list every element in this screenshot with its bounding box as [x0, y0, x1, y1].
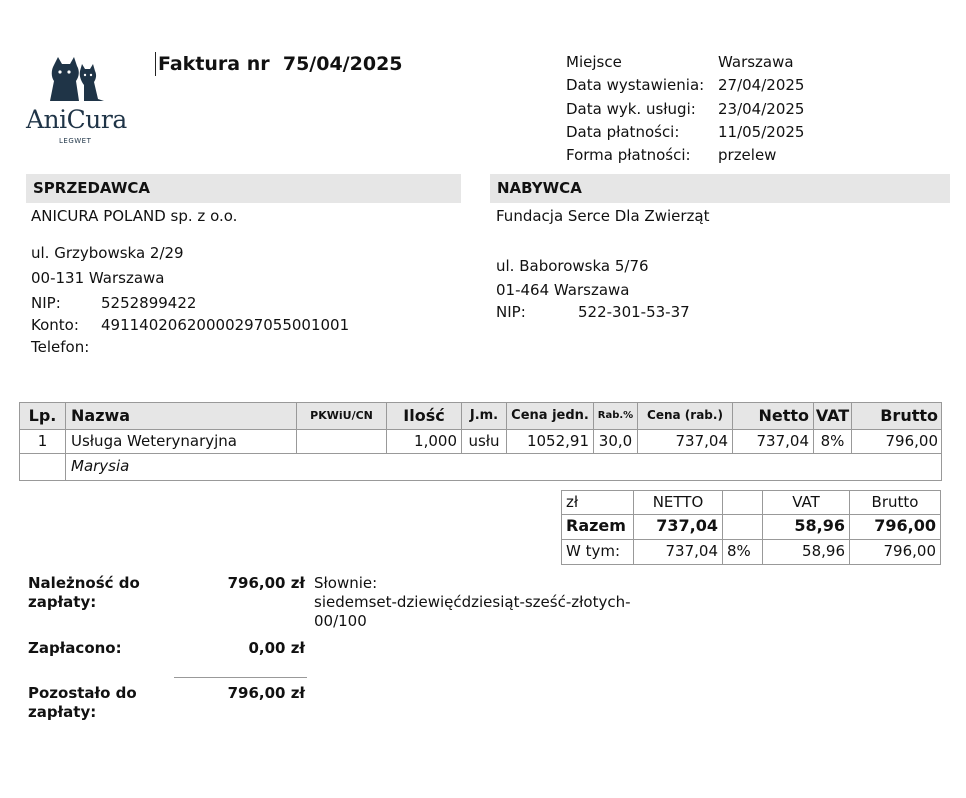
seller-header: SPRZEDAWCA: [26, 174, 461, 203]
col-rabat: Rab.%: [594, 403, 638, 429]
col-netto: Netto: [733, 403, 814, 429]
words-value: siedemset-dziewięćdziesiąt-sześć-złotych…: [314, 593, 631, 630]
summary-col-netto: NETTO: [634, 491, 723, 515]
meta-label: Data wyk. usługi:: [566, 99, 696, 118]
seller-phone-label: Telefon:: [31, 338, 90, 356]
payment-divider: [174, 677, 307, 678]
meta-label: Miejsce: [566, 53, 622, 71]
seller-account: Konto: 49114020620000297055001001: [31, 316, 349, 334]
summary-col-brutto: Brutto: [871, 493, 919, 511]
seller-nip: NIP: 5252899422: [31, 294, 196, 312]
meta-value: 11/05/2025: [718, 122, 805, 141]
cell-brutto: 796,00: [885, 432, 939, 450]
buyer-nip: NIP: 522-301-53-37: [496, 303, 690, 321]
invoice-title: Faktura nr 75/04/2025: [155, 52, 403, 76]
note-spacer: [20, 454, 66, 480]
cell-netto: 737,04: [733, 430, 814, 453]
cell-jm: usłu: [462, 430, 507, 453]
col-cena-rab: Cena (rab.): [638, 403, 733, 429]
col-pkwiu: PKWiU/CN: [297, 403, 387, 429]
summary-total-netto: 737,04: [634, 515, 723, 539]
meta-row-payment-method: Forma płatności: przelew: [566, 145, 804, 168]
meta-value: 27/04/2025: [718, 76, 805, 95]
cell-pkwiu: [297, 430, 387, 453]
cell-ilosc: 1,000: [387, 430, 462, 453]
summary-currency: zł: [562, 491, 634, 515]
logo-subtitle: LEGWET: [59, 137, 92, 145]
cell-cena-jedn: 1052,91: [507, 430, 594, 453]
meta-label: Forma płatności:: [566, 146, 691, 165]
seller-nip-value: 5252899422: [101, 294, 197, 312]
seller-street: ul. Grzybowska 2/29: [31, 244, 184, 262]
col-cena-jedn: Cena jedn.: [507, 403, 594, 429]
summary-col-vat: VAT: [763, 491, 850, 515]
summary-breakdown-rate: 8%: [723, 539, 763, 564]
summary-breakdown-vat: 58,96: [763, 539, 850, 564]
logo-brand: AniCura: [26, 105, 127, 134]
table-row: 1 Usługa Weterynaryjna 1,000 usłu 1052,9…: [20, 430, 941, 454]
meta-value: przelew: [718, 146, 777, 165]
col-lp: Lp.: [20, 403, 66, 429]
summary-total-brutto: 796,00: [874, 516, 936, 536]
cats-logo-icon: [50, 57, 104, 101]
seller-account-label: Konto:: [31, 316, 79, 334]
paid-value: 0,00 zł: [248, 639, 305, 657]
cell-cena-rab: 737,04: [638, 430, 733, 453]
buyer-nip-label: NIP:: [496, 303, 526, 321]
seller-nip-label: NIP:: [31, 294, 61, 312]
seller-account-value: 49114020620000297055001001: [101, 316, 350, 334]
buyer-header: NABYWCA: [490, 174, 950, 203]
buyer-city: 01-464 Warszawa: [496, 281, 630, 299]
buyer-name: Fundacja Serce Dla Zwierząt: [496, 207, 710, 225]
summary-col-rate: [723, 491, 763, 515]
meta-value: Warszawa: [718, 53, 794, 71]
summary-total-row: Razem 737,04 58,96 796,00: [562, 515, 940, 540]
buyer-nip-value: 522-301-53-37: [578, 303, 690, 321]
meta-row-place: Miejsce Warszawa: [566, 52, 804, 75]
amount-in-words: Słownie: siedemset-dziewięćdziesiąt-sześ…: [314, 574, 634, 631]
remaining-value: 796,00 zł: [227, 684, 305, 702]
cell-nazwa: Usługa Weterynaryjna: [66, 430, 297, 453]
summary-breakdown-netto: 737,04: [634, 539, 723, 564]
cell-vat: 8%: [814, 430, 852, 453]
items-table: Lp. Nazwa PKWiU/CN Ilość J.m. Cena jedn.…: [19, 402, 942, 481]
summary-total-label: Razem: [562, 515, 634, 539]
words-label: Słownie:: [314, 574, 378, 592]
meta-label: Data płatności:: [566, 122, 680, 141]
buyer-street: ul. Baborowska 5/76: [496, 257, 649, 275]
summary-breakdown-label: W tym:: [562, 539, 634, 564]
col-vat: VAT: [814, 403, 852, 429]
summary-header-row: zł NETTO VAT Brutto: [562, 491, 940, 516]
col-jm: J.m.: [462, 403, 507, 429]
summary-table: zł NETTO VAT Brutto Razem 737,04 58,96 7…: [561, 490, 941, 565]
cell-rabat: 30,0: [594, 430, 638, 453]
cell-lp: 1: [20, 430, 66, 453]
col-brutto: Brutto: [880, 406, 938, 425]
summary-breakdown-brutto: 796,00: [883, 541, 937, 560]
meta-row-service-date: Data wyk. usługi: 23/04/2025: [566, 99, 804, 122]
items-header-row: Lp. Nazwa PKWiU/CN Ilość J.m. Cena jedn.…: [20, 403, 941, 430]
cell-note: Marysia: [71, 457, 130, 475]
meta-row-issue-date: Data wystawienia: 27/04/2025: [566, 75, 804, 98]
remaining-label: Pozostało do zapłaty:: [28, 684, 137, 721]
meta-row-payment-date: Data płatności: 11/05/2025: [566, 122, 804, 145]
due-value: 796,00 zł: [227, 574, 305, 592]
company-logo: AniCura LEGWET: [26, 55, 130, 147]
meta-value: 23/04/2025: [718, 99, 805, 118]
summary-total-rate: [723, 515, 763, 539]
table-row-note: Marysia: [20, 454, 941, 480]
summary-breakdown-row: W tym: 737,04 8% 58,96 796,00: [562, 539, 940, 564]
invoice-meta: Miejsce Warszawa Data wystawienia: 27/04…: [566, 52, 804, 168]
seller-name: ANICURA POLAND sp. z o.o.: [31, 207, 238, 225]
meta-label: Data wystawienia:: [566, 76, 705, 95]
due-label: Należność do zapłaty:: [28, 574, 140, 611]
col-nazwa: Nazwa: [66, 403, 297, 429]
col-ilosc: Ilość: [387, 403, 462, 429]
paid-label: Zapłacono:: [28, 639, 122, 657]
seller-city: 00-131 Warszawa: [31, 269, 165, 287]
summary-total-vat: 58,96: [763, 515, 850, 539]
